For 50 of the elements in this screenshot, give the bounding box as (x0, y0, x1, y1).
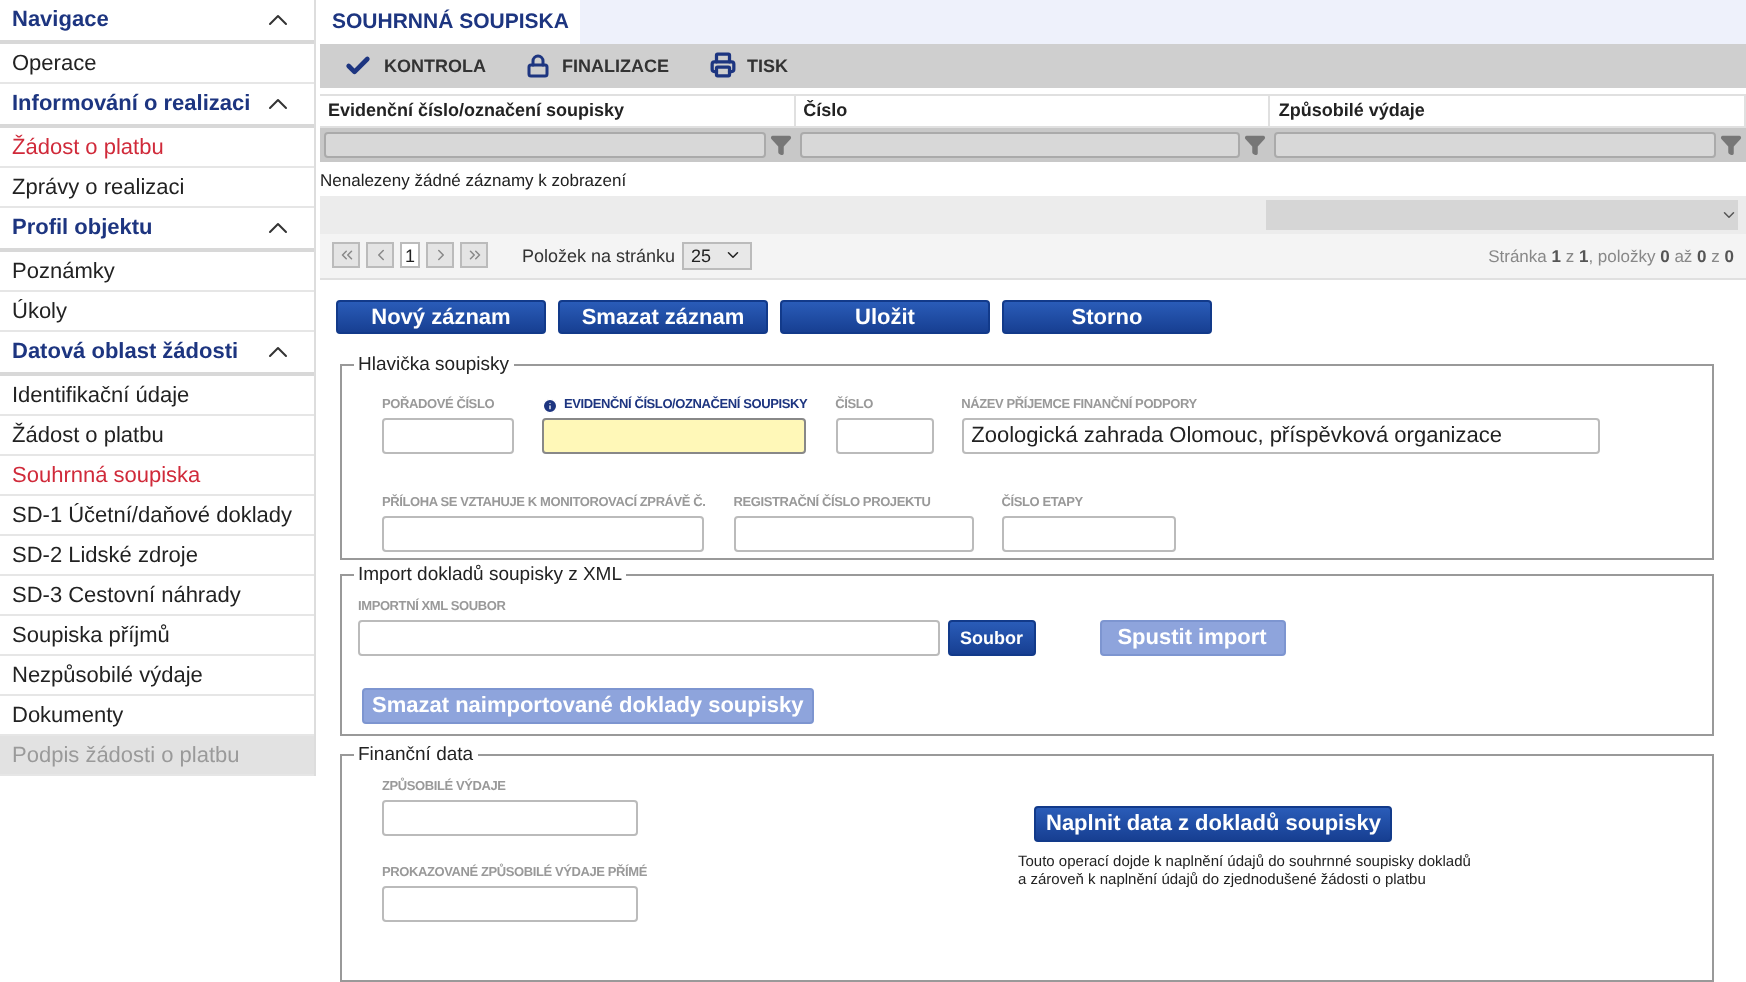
input-field[interactable] (382, 516, 704, 553)
dropdown[interactable] (1266, 199, 1738, 230)
action-button[interactable]: Smazat záznam (558, 300, 768, 335)
fieldset-legend: Import dokladů soupisky z XML (354, 564, 627, 587)
filter-field[interactable] (324, 131, 766, 158)
file-button[interactable]: Soubor (948, 620, 1035, 657)
previous-page-button[interactable] (366, 242, 394, 269)
last-page-button[interactable] (460, 242, 488, 269)
sidebar-item[interactable]: Žádost o platbu (0, 128, 314, 168)
toolbar-button[interactable]: TISK (693, 43, 805, 88)
column-header[interactable]: Číslo (795, 93, 1271, 128)
column-header[interactable]: Způsobilé výdaje (1270, 93, 1746, 128)
empty-message: Nenalezeny žádné záznamy k zobrazení (320, 167, 629, 194)
check-icon (344, 51, 372, 80)
action-button[interactable]: Uložit (780, 300, 990, 335)
filter-icon[interactable] (1244, 133, 1267, 156)
toolbar-button[interactable]: FINALIZACE (510, 43, 685, 88)
input-field[interactable] (382, 418, 514, 455)
page-size-label: Položek na stránku (522, 245, 676, 266)
sidebar-item[interactable]: Žádost o platbu (0, 416, 314, 456)
tab[interactable]: SOUHRNNÁ SOUPISKA (320, 0, 581, 44)
page-size-select[interactable]: 25 (681, 241, 752, 270)
input-field[interactable] (382, 800, 638, 837)
column-header[interactable]: Evidenční číslo/označení soupisky (320, 93, 796, 128)
pager-summary: Stránka 1 z 1, položky 0 až 0 z 0 (1488, 245, 1734, 266)
toolbar-button[interactable]: KONTROLA (328, 43, 502, 88)
filter-field[interactable] (799, 131, 1241, 158)
input-field[interactable] (382, 886, 638, 923)
last-page-icon (465, 246, 483, 265)
file-field[interactable] (358, 620, 940, 657)
info-icon (542, 397, 558, 414)
action-button[interactable]: Nový záznam (336, 300, 546, 335)
input-field[interactable] (542, 418, 806, 455)
page-field[interactable]: 1 (400, 242, 420, 269)
next-page-button[interactable] (426, 242, 454, 269)
filter-icon[interactable] (1720, 133, 1742, 156)
input-field[interactable] (835, 418, 934, 455)
input-field[interactable]: Zoologická zahrada Olomouc, příspěvková organizace (961, 418, 1600, 455)
input-field[interactable] (733, 516, 974, 553)
first-page-button[interactable] (332, 242, 360, 269)
fieldset-legend: Finanční data (354, 744, 478, 767)
printer-icon (709, 52, 735, 79)
action-button[interactable]: Storno (1002, 300, 1212, 335)
fill-data-button[interactable]: Naplnit data z dokladů soupisky (1034, 806, 1393, 843)
filter-field[interactable] (1274, 131, 1716, 158)
fieldset-legend: Hlavička soupisky (354, 354, 513, 377)
first-page-icon (337, 246, 355, 265)
input-field[interactable] (1001, 516, 1176, 553)
filter-icon[interactable] (769, 133, 792, 156)
lock-icon (526, 53, 550, 78)
